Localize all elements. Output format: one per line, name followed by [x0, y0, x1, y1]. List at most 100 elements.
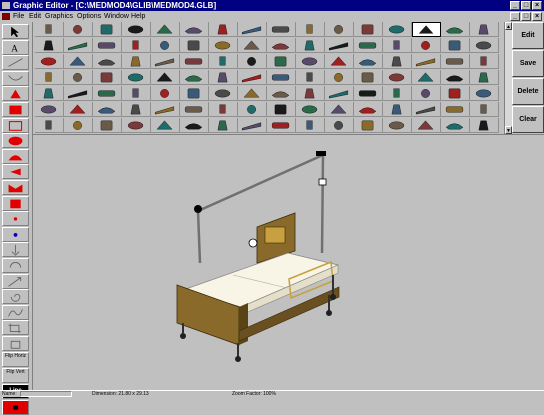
drawing-canvas[interactable]	[33, 134, 544, 390]
library-item-icon[interactable]	[35, 38, 64, 53]
library-item-icon[interactable]	[180, 102, 209, 117]
library-item-icon[interactable]	[441, 70, 470, 85]
menu-help[interactable]: Help	[131, 11, 145, 22]
library-item-icon[interactable]	[296, 70, 325, 85]
library-item-icon[interactable]	[122, 86, 151, 101]
library-item-icon[interactable]	[267, 70, 296, 85]
library-item-icon[interactable]	[354, 86, 383, 101]
library-item-icon[interactable]	[441, 102, 470, 117]
edit-button[interactable]: Edit	[512, 22, 544, 49]
line-tool-icon[interactable]	[2, 55, 29, 71]
library-item-icon[interactable]	[441, 118, 470, 133]
library-item-icon[interactable]	[93, 54, 122, 69]
library-item-icon[interactable]	[296, 38, 325, 53]
clear-button[interactable]: Clear	[512, 106, 544, 133]
library-item-icon[interactable]	[122, 22, 151, 37]
library-item-icon[interactable]	[93, 22, 122, 37]
library-item-icon[interactable]	[209, 22, 238, 37]
minimize-button[interactable]: _	[510, 1, 520, 10]
library-item-icon[interactable]	[267, 102, 296, 117]
fill-tool-icon[interactable]	[2, 336, 29, 351]
library-item-icon[interactable]	[64, 22, 93, 37]
library-item-icon[interactable]	[238, 54, 267, 69]
library-item-icon[interactable]	[35, 70, 64, 85]
arrow-tool-icon[interactable]	[2, 164, 29, 180]
filled-rect-tool-icon[interactable]	[2, 102, 29, 117]
triangle-tool-icon[interactable]	[2, 86, 29, 102]
library-item-icon[interactable]	[325, 38, 354, 53]
doc-close-button[interactable]: ×	[532, 12, 542, 21]
app-icon[interactable]	[2, 2, 10, 9]
library-item-icon[interactable]	[354, 102, 383, 117]
library-item-icon[interactable]	[470, 102, 499, 117]
library-item-icon[interactable]	[441, 38, 470, 53]
library-item-icon[interactable]	[180, 22, 209, 37]
library-item-icon[interactable]	[180, 118, 209, 133]
library-item-icon[interactable]	[209, 38, 238, 53]
library-item-icon[interactable]	[470, 22, 499, 37]
anchor-tool-icon[interactable]	[2, 242, 29, 258]
filled-ellipse-tool-icon[interactable]	[2, 133, 29, 149]
library-item-icon[interactable]	[383, 22, 412, 37]
library-item-icon[interactable]	[383, 70, 412, 85]
library-item-icon[interactable]	[470, 86, 499, 101]
library-item-icon[interactable]	[238, 86, 267, 101]
library-item-icon[interactable]	[64, 118, 93, 133]
color-swatch-button[interactable]	[2, 399, 29, 415]
text-tool-icon[interactable]: A	[2, 39, 29, 55]
library-item-icon[interactable]	[354, 70, 383, 85]
freehand-tool-icon[interactable]	[2, 304, 29, 320]
maximize-button[interactable]: □	[521, 1, 531, 10]
flip-horizontal-button[interactable]: Flip Horiz	[2, 351, 29, 367]
blue-point-tool-icon[interactable]	[2, 226, 29, 242]
curve-tool-icon[interactable]	[2, 70, 29, 86]
library-item-icon[interactable]	[151, 118, 180, 133]
library-item-icon[interactable]	[441, 86, 470, 101]
library-item-icon[interactable]	[296, 22, 325, 37]
library-item-icon[interactable]	[35, 102, 64, 117]
library-item-icon[interactable]	[64, 102, 93, 117]
save-button[interactable]: Save	[512, 50, 544, 77]
library-item-icon[interactable]	[470, 118, 499, 133]
library-item-icon[interactable]	[64, 54, 93, 69]
spiral-tool-icon[interactable]	[2, 289, 29, 305]
palette-scrollbar[interactable]: ▲ ▼	[504, 22, 512, 134]
library-item-icon[interactable]	[122, 70, 151, 85]
library-item-icon[interactable]	[151, 22, 180, 37]
library-item-icon[interactable]	[209, 118, 238, 133]
library-item-icon[interactable]	[209, 70, 238, 85]
library-item-icon[interactable]	[180, 86, 209, 101]
library-item-icon[interactable]	[354, 118, 383, 133]
rotate-tool-icon[interactable]	[2, 258, 29, 273]
dot-tool-icon[interactable]	[2, 211, 29, 227]
library-item-icon[interactable]	[267, 54, 296, 69]
library-item-icon[interactable]	[64, 70, 93, 85]
library-item-icon[interactable]	[122, 118, 151, 133]
library-item-icon[interactable]	[151, 70, 180, 85]
library-item-icon[interactable]	[209, 54, 238, 69]
library-item-icon[interactable]	[238, 102, 267, 117]
library-item-icon[interactable]	[441, 54, 470, 69]
scroll-down-button[interactable]: ▼	[505, 126, 512, 134]
library-item-icon[interactable]	[383, 38, 412, 53]
library-item-icon[interactable]	[354, 54, 383, 69]
library-item-icon[interactable]	[296, 118, 325, 133]
library-item-icon[interactable]	[412, 86, 441, 101]
library-item-icon[interactable]	[238, 70, 267, 85]
library-item-icon[interactable]	[93, 38, 122, 53]
pointer-tool-icon[interactable]	[2, 24, 29, 39]
hospital-bed-graphic[interactable]	[33, 135, 544, 391]
library-item-icon[interactable]	[325, 118, 354, 133]
flip-vertical-button[interactable]: Flip Vert	[2, 367, 29, 383]
library-item-icon[interactable]	[151, 86, 180, 101]
library-item-icon[interactable]	[325, 86, 354, 101]
library-item-icon[interactable]	[412, 102, 441, 117]
library-item-icon[interactable]	[412, 118, 441, 133]
doc-restore-button[interactable]: □	[521, 12, 531, 21]
library-item-icon[interactable]	[238, 38, 267, 53]
library-item-icon[interactable]	[209, 102, 238, 117]
library-item-icon[interactable]	[296, 54, 325, 69]
library-item-icon[interactable]	[267, 118, 296, 133]
close-button[interactable]: ×	[532, 1, 542, 10]
library-item-icon[interactable]	[93, 102, 122, 117]
